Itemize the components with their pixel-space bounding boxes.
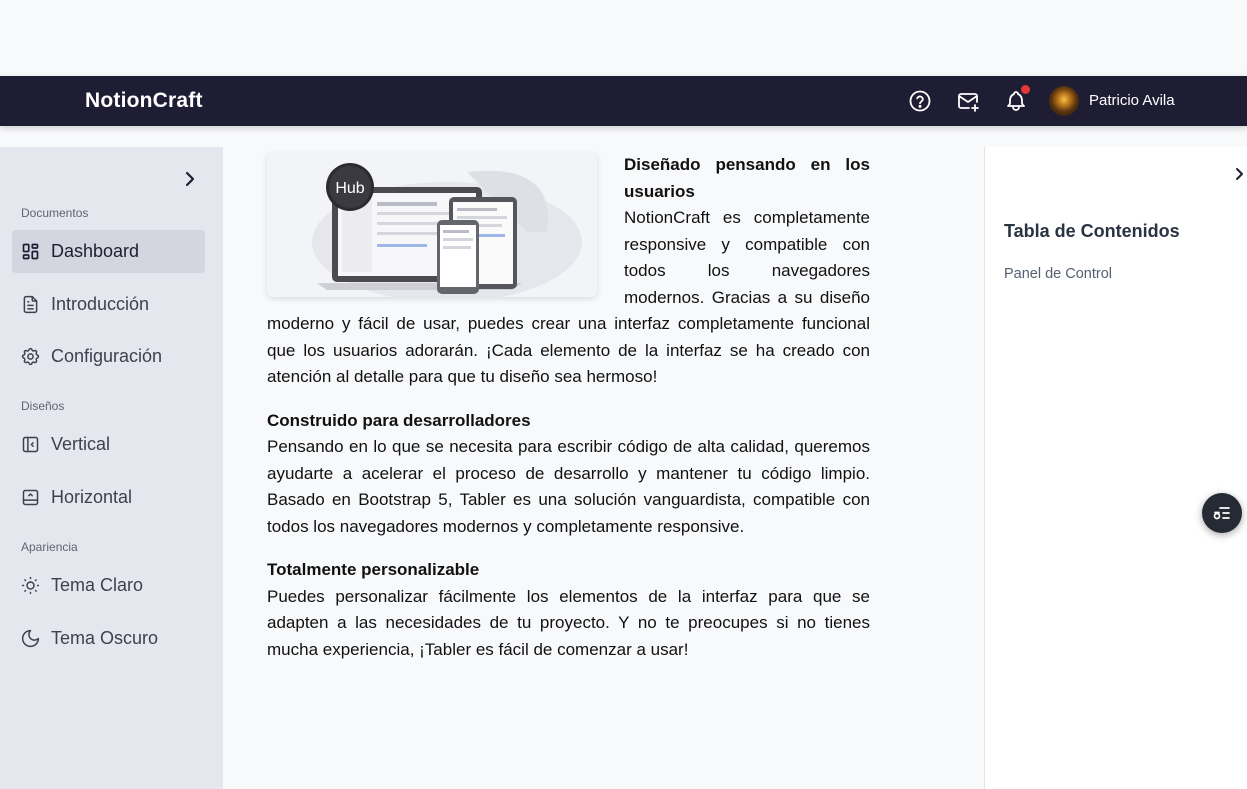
list-settings-icon <box>1213 507 1230 520</box>
section-body: Pensando en lo que se necesita para escr… <box>267 437 870 536</box>
gear-icon <box>20 346 41 367</box>
layout-navbar-icon <box>20 487 41 508</box>
top-navbar: NotionCraft Patricio Avila <box>0 76 1247 126</box>
hero-badge-text: Hub <box>335 180 364 197</box>
brand-logo-text[interactable]: NotionCraft <box>85 89 203 113</box>
sidebar-item-label: Vertical <box>51 434 111 454</box>
table-of-contents-panel: Tabla de Contenidos Panel de Control <box>984 147 1247 789</box>
toc-collapse-chevron-icon[interactable] <box>1232 164 1247 184</box>
bell-icon[interactable] <box>1004 85 1030 113</box>
sidebar-item-label: Tema Oscuro <box>51 628 159 648</box>
sidebar-item-dashboard[interactable]: Dashboard <box>12 230 205 273</box>
hero-devices-image: Hub <box>267 152 597 297</box>
user-name[interactable]: Patricio Avila <box>1089 92 1175 109</box>
moon-icon <box>20 628 41 649</box>
sidebar: Documentos Dashboard Introducción Config… <box>0 147 223 789</box>
sidebar-section-apariencia: Apariencia <box>21 540 78 554</box>
document-icon <box>20 294 41 315</box>
toc-toggle-button[interactable] <box>1202 493 1242 533</box>
mail-plus-icon[interactable] <box>956 89 980 113</box>
avatar[interactable] <box>1049 86 1079 116</box>
content-block-customizable: Totalmente personalizable Puedes persona… <box>267 557 870 663</box>
sidebar-section-documentos: Documentos <box>21 206 89 220</box>
content-block-developers: Construido para desarrolladores Pensando… <box>267 408 870 541</box>
sun-icon <box>20 575 41 596</box>
sidebar-item-label: Horizontal <box>51 487 133 507</box>
sidebar-item-introduccion[interactable]: Introducción <box>12 283 205 326</box>
toc-item-panel-de-control[interactable]: Panel de Control <box>1004 266 1112 282</box>
section-body: Puedes personalizar fácilmente los eleme… <box>267 586 870 659</box>
sidebar-item-tema-claro[interactable]: Tema Claro <box>12 564 205 607</box>
help-icon[interactable] <box>908 89 932 113</box>
layout-sidebar-icon <box>20 434 41 455</box>
dashboard-icon <box>20 241 41 262</box>
top-blank-strip <box>0 0 1247 76</box>
main-content: Hub Diseñado pensando en los usuarios No… <box>267 152 870 663</box>
sidebar-item-label: Introducción <box>51 294 150 314</box>
toc-title: Tabla de Contenidos <box>1004 221 1180 241</box>
sidebar-item-label: Dashboard <box>51 241 140 261</box>
section-title: Construido para desarrolladores <box>267 410 531 430</box>
section-title: Totalmente personalizable <box>267 560 480 579</box>
sidebar-item-vertical[interactable]: Vertical <box>12 423 205 466</box>
notification-dot <box>1021 85 1030 94</box>
sidebar-item-horizontal[interactable]: Horizontal <box>12 476 205 519</box>
devices-illustration: Hub <box>312 163 582 297</box>
sidebar-item-configuracion[interactable]: Configuración <box>12 335 205 378</box>
sidebar-section-disenos: Diseños <box>21 399 65 413</box>
sidebar-item-tema-oscuro[interactable]: Tema Oscuro <box>12 617 205 660</box>
sidebar-item-label: Configuración <box>51 346 163 366</box>
sidebar-collapse-chevron-icon[interactable] <box>180 169 200 189</box>
sidebar-item-label: Tema Claro <box>51 575 144 595</box>
